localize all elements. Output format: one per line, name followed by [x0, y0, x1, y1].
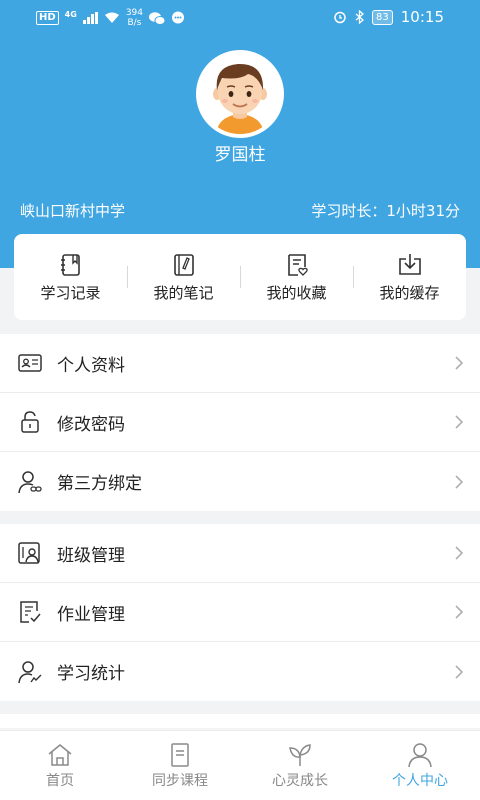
quick-action-label: 学习记录	[40, 283, 101, 302]
course-icon	[171, 742, 189, 767]
chevron-right-icon	[455, 664, 464, 679]
person-icon	[408, 742, 432, 767]
speed-unit: B/s	[127, 18, 142, 28]
tab-label: 同步课程	[152, 772, 208, 789]
management-menu-group: 班级管理 作业管理 学习统计	[0, 524, 480, 701]
menu-item-homework-manage[interactable]: 作业管理	[0, 583, 480, 642]
signal-icon	[82, 12, 98, 24]
battery-level: 83	[376, 11, 389, 23]
leaf-icon	[289, 743, 311, 766]
homework-icon	[20, 601, 41, 623]
tab-growth[interactable]: 心灵成长	[240, 731, 360, 800]
study-record-icon	[60, 253, 80, 276]
tab-personal-center[interactable]: 个人中心	[360, 731, 480, 800]
menu-label: 个人资料	[57, 355, 125, 376]
notes-button[interactable]: 我的笔记	[127, 234, 240, 320]
chevron-right-icon	[455, 474, 464, 489]
chevron-right-icon	[455, 356, 464, 370]
quick-action-label: 我的收藏	[266, 283, 327, 302]
home-icon	[48, 743, 72, 766]
user-name: 罗国柱	[214, 145, 266, 165]
tab-label: 心灵成长	[272, 772, 328, 789]
battery-icon: 83	[372, 9, 393, 25]
user-stats-icon	[18, 660, 42, 683]
quick-action-label: 我的缓存	[379, 283, 440, 302]
alarm-icon	[334, 11, 346, 24]
bottom-tab-bar: 首页 同步课程 心灵成长 个人中心	[0, 730, 480, 800]
quick-action-label: 我的笔记	[153, 283, 214, 302]
class-icon	[18, 542, 40, 564]
menu-item-personal-info[interactable]: 个人资料	[0, 334, 480, 393]
menu-item-third-party[interactable]: 第三方绑定	[0, 452, 480, 511]
notes-icon	[173, 253, 194, 276]
menu-item-change-password[interactable]: 修改密码	[0, 393, 480, 452]
user-link-icon	[18, 470, 42, 493]
more-menu-group	[0, 714, 480, 728]
tab-label: 个人中心	[392, 772, 448, 789]
menu-item-class-manage[interactable]: 班级管理	[0, 524, 480, 583]
wechat-icon	[149, 11, 165, 25]
account-menu-group: 个人资料 修改密码 第三方绑定	[0, 334, 480, 511]
avatar-image	[200, 54, 280, 134]
menu-label: 第三方绑定	[57, 474, 142, 494]
menu-label: 学习统计	[57, 664, 125, 684]
profile-header: HD 4G 394 B/s 83 10:15 罗国柱 峡山口新村中学 学习时长：…	[0, 0, 480, 268]
status-bar: HD 4G 394 B/s 83 10:15	[0, 0, 480, 36]
network-type: 4G	[64, 9, 77, 19]
speed-value: 394	[125, 8, 143, 18]
favorites-icon	[287, 253, 308, 276]
menu-label: 修改密码	[57, 414, 125, 435]
chevron-right-icon	[455, 605, 464, 619]
study-duration: 学习时长：1小时31分	[311, 202, 460, 220]
tab-label: 首页	[46, 772, 74, 789]
menu-label: 作业管理	[57, 604, 125, 625]
network-speed: 394 B/s	[126, 8, 143, 28]
study-record-button[interactable]: 学习记录	[14, 234, 127, 320]
id-card-icon	[18, 354, 42, 372]
hd-badge: HD	[36, 11, 59, 25]
menu-label: 班级管理	[57, 545, 125, 566]
menu-item-study-stats[interactable]: 学习统计	[0, 642, 480, 701]
tab-home[interactable]: 首页	[0, 731, 120, 800]
favorites-button[interactable]: 我的收藏	[240, 234, 353, 320]
lock-icon	[21, 411, 39, 433]
chevron-right-icon	[455, 415, 464, 429]
avatar[interactable]	[196, 50, 284, 138]
chat-icon	[172, 11, 184, 24]
status-time: 10:15	[400, 8, 444, 26]
wifi-icon	[104, 12, 119, 23]
chevron-right-icon	[455, 546, 464, 560]
cache-button[interactable]: 我的缓存	[353, 234, 466, 320]
bluetooth-icon	[355, 10, 365, 24]
tab-course[interactable]: 同步课程	[120, 731, 240, 800]
school-name: 峡山口新村中学	[20, 202, 126, 220]
download-icon	[398, 253, 421, 275]
quick-actions-card: 学习记录 我的笔记 我的收藏 我的缓存	[14, 234, 466, 320]
